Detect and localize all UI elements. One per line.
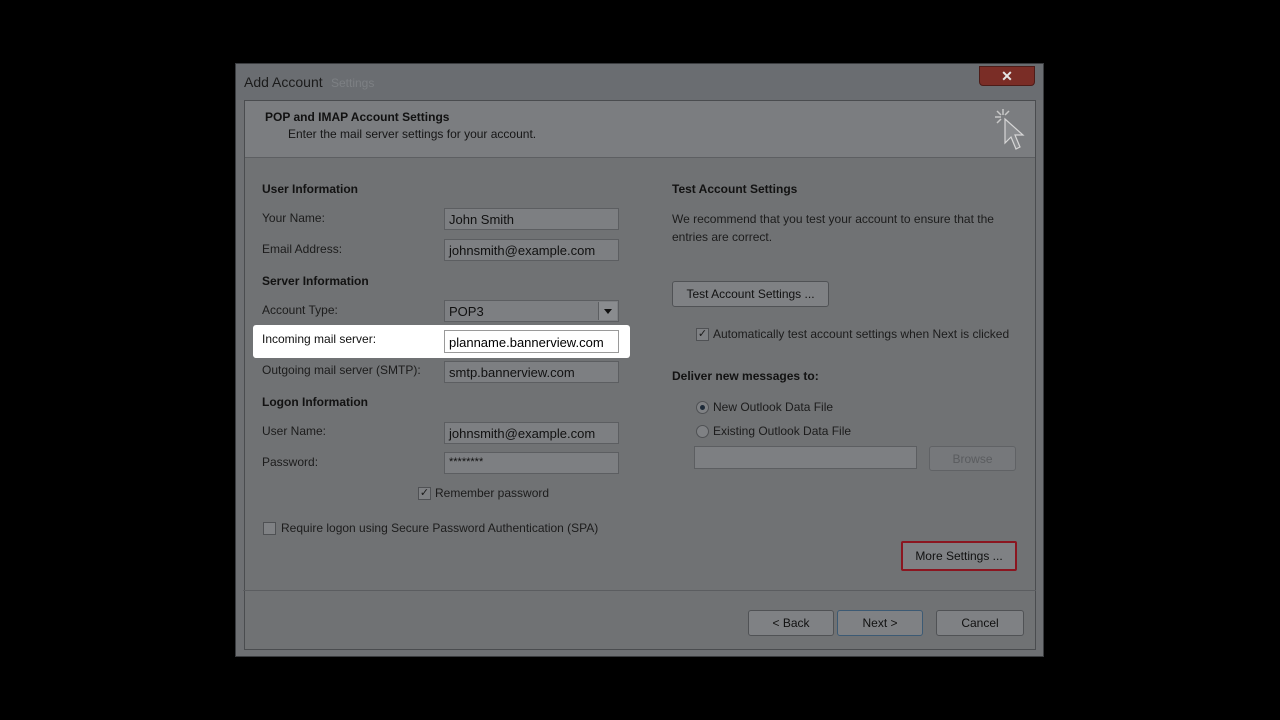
user-name-label: User Name: — [262, 424, 327, 438]
dropdown-button[interactable] — [598, 302, 617, 320]
remember-password-label: Remember password — [435, 486, 550, 500]
close-button[interactable]: ✕ — [979, 66, 1035, 86]
logon-information-heading: Logon Information — [262, 395, 368, 409]
server-information-heading: Server Information — [262, 274, 369, 288]
spa-checkbox[interactable] — [263, 522, 276, 535]
account-type-value: POP3 — [449, 304, 484, 319]
test-account-settings-button[interactable]: Test Account Settings ... — [672, 281, 829, 307]
chevron-down-icon — [604, 309, 612, 314]
cursor-sparkle-icon — [995, 109, 1025, 150]
email-address-input[interactable]: johnsmith@example.com — [444, 239, 619, 261]
incoming-mail-server-input[interactable]: planname.bannerview.com — [444, 330, 619, 353]
title-bar[interactable]: Add Account Settings ✕ — [236, 64, 1043, 100]
password-label: Password: — [262, 455, 319, 469]
header-title: POP and IMAP Account Settings — [265, 110, 450, 124]
existing-data-file-radio[interactable] — [696, 425, 709, 438]
footer-divider — [243, 590, 1036, 591]
more-settings-label: More Settings ... — [915, 549, 1003, 563]
next-button[interactable]: Next > — [837, 610, 923, 636]
dialog-header: POP and IMAP Account Settings Enter the … — [245, 101, 1035, 158]
cancel-button[interactable]: Cancel — [936, 610, 1024, 636]
test-account-settings-heading: Test Account Settings — [672, 182, 798, 196]
close-icon: ✕ — [1001, 68, 1013, 84]
checkmark-icon: ✓ — [697, 328, 708, 340]
account-type-label: Account Type: — [262, 303, 338, 317]
incoming-mail-server-label: Incoming mail server: — [262, 332, 377, 346]
back-button[interactable]: < Back — [748, 610, 834, 636]
browse-button[interactable]: Browse — [929, 446, 1016, 471]
existing-data-file-label: Existing Outlook Data File — [713, 424, 852, 438]
new-data-file-radio[interactable] — [696, 401, 709, 414]
data-file-path-input[interactable] — [694, 446, 917, 469]
more-settings-button[interactable]: More Settings ... — [901, 541, 1017, 571]
auto-test-label: Automatically test account settings when… — [713, 327, 1010, 341]
password-input[interactable]: ******** — [444, 452, 619, 474]
checkmark-icon: ✓ — [419, 487, 430, 499]
account-type-select[interactable]: POP3 — [444, 300, 619, 322]
header-subtitle: Enter the mail server settings for your … — [288, 127, 537, 141]
window-title: Add Account — [244, 74, 323, 90]
spa-label: Require logon using Secure Password Auth… — [281, 521, 599, 535]
your-name-input[interactable]: John Smith — [444, 208, 619, 230]
test-description: We recommend that you test your account … — [672, 212, 994, 244]
user-information-heading: User Information — [262, 182, 359, 196]
email-address-label: Email Address: — [262, 242, 343, 256]
remember-password-checkbox[interactable]: ✓ — [418, 487, 431, 500]
user-name-input[interactable]: johnsmith@example.com — [444, 422, 619, 444]
outgoing-mail-server-input[interactable]: smtp.bannerview.com — [444, 361, 619, 383]
auto-test-checkbox[interactable]: ✓ — [696, 328, 709, 341]
new-data-file-label: New Outlook Data File — [713, 400, 834, 414]
your-name-label: Your Name: — [262, 211, 325, 225]
window-title-ghost: Settings — [331, 76, 375, 90]
outgoing-mail-server-label: Outgoing mail server (SMTP): — [262, 363, 421, 377]
deliver-messages-heading: Deliver new messages to: — [672, 369, 819, 383]
